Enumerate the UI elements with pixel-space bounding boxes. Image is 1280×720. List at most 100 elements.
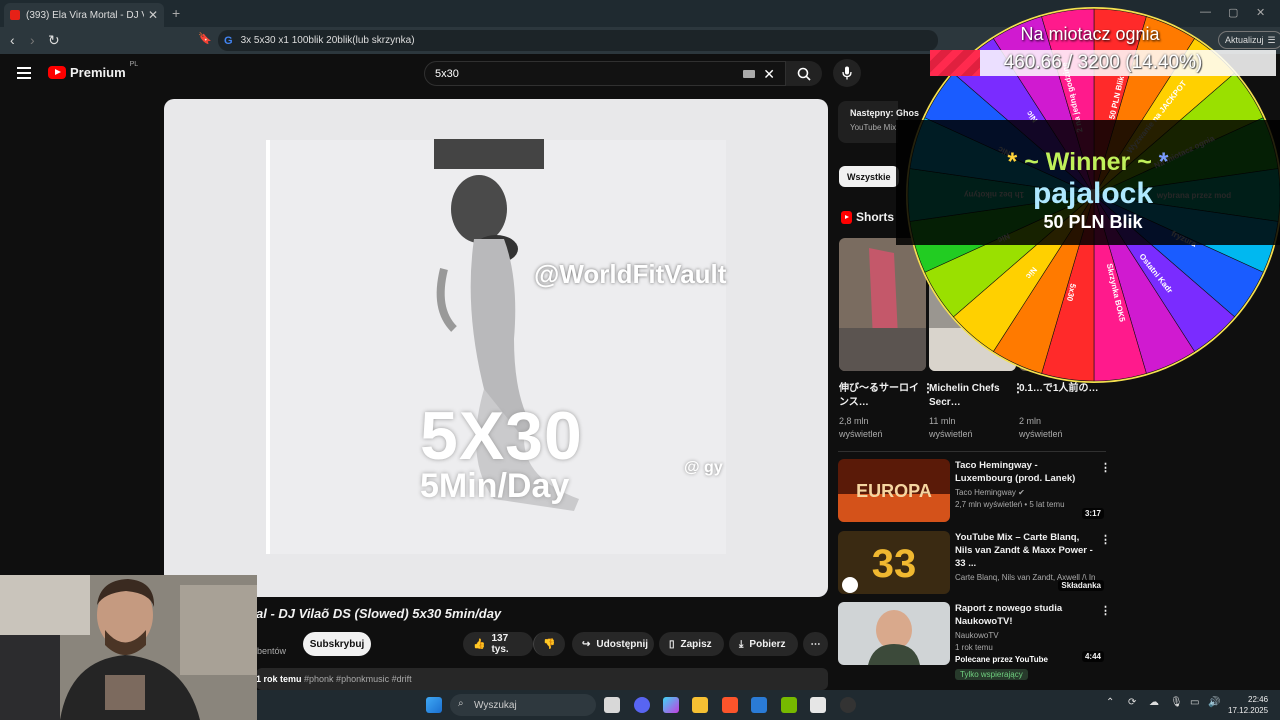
clear-search-icon[interactable]: ✕ xyxy=(763,66,775,83)
like-count: 137 tys. xyxy=(491,633,509,655)
thumbnail-text: 33 xyxy=(872,542,917,586)
logo-text: Premium xyxy=(70,65,126,80)
microphone-icon xyxy=(842,66,852,80)
volume-icon[interactable]: 🔊 xyxy=(1208,697,1220,708)
recommended-video[interactable]: EUROPA 3:17 Taco Hemingway - Luxembourg … xyxy=(838,459,1111,523)
winner-name: pajalock xyxy=(1032,177,1154,210)
video-meta: 1 rok temu xyxy=(955,643,993,652)
more-actions-button[interactable]: ⋯ xyxy=(803,632,828,656)
file-explorer-icon[interactable] xyxy=(692,697,708,713)
hamburger-menu-icon[interactable] xyxy=(17,67,31,79)
next-video-card[interactable]: Następny: Ghos YouTube Mix xyxy=(838,101,920,143)
video-menu-icon[interactable]: ⋮ xyxy=(1100,461,1111,474)
nvidia-icon[interactable] xyxy=(781,697,797,713)
reload-icon[interactable]: ↻ xyxy=(48,32,60,49)
share-button[interactable]: ↪ Udostępnij xyxy=(572,632,654,656)
hashtags[interactable]: #phonk #phonkmusic #drift xyxy=(304,674,412,684)
copilot-icon[interactable] xyxy=(663,697,679,713)
subscriber-count: bentów xyxy=(257,646,287,656)
video-menu-icon[interactable]: ⋮ xyxy=(1100,533,1111,546)
like-button[interactable]: 👍 137 tys. xyxy=(463,632,533,656)
channel-name: Taco Hemingway ✔ xyxy=(955,488,1025,497)
tray-app-icon[interactable]: ⟳ xyxy=(1128,697,1136,708)
screen: (393) Ela Vira Mortal - DJ Vila ✕ + — ▢ … xyxy=(0,0,1280,720)
tray-network-app-icon[interactable]: ☁ xyxy=(1149,697,1159,708)
video-title: Raport z nowego studia NaukowoTV! xyxy=(955,603,1063,627)
goal-progress-bar: 460.66 / 3200 (14.40%) xyxy=(930,50,1276,76)
clock-date: 17.12.2025 xyxy=(1228,706,1269,715)
discord-icon[interactable] xyxy=(634,697,650,713)
video-overlay-big: 5X30 xyxy=(420,398,583,474)
address-bar[interactable]: G 3x 5x30 x1 100blik 20blik(lub skrzynka… xyxy=(218,30,938,51)
address-text: 3x 5x30 x1 100blik 20blik(lub skrzynka) xyxy=(240,35,415,46)
save-button[interactable]: ▯ Zapisz xyxy=(659,632,724,656)
forward-icon[interactable]: › xyxy=(30,32,35,48)
windows-start-icon[interactable] xyxy=(426,697,442,713)
share-icon: ↪ xyxy=(582,638,591,650)
browser-tab[interactable]: (393) Ela Vira Mortal - DJ Vila ✕ xyxy=(4,3,164,27)
voice-search-button[interactable] xyxy=(833,59,861,87)
short-title: Michelin Chefs Secr… xyxy=(929,383,1000,408)
tab-title: (393) Ela Vira Mortal - DJ Vila xyxy=(26,9,144,21)
subscribe-button[interactable]: Subskrybuj xyxy=(303,632,371,656)
logo-region: PL xyxy=(129,61,139,68)
youtube-favicon-icon xyxy=(10,10,20,20)
members-only-badge: Tylko wspierający xyxy=(955,669,1028,680)
video-menu-icon[interactable]: ⋮ xyxy=(1100,604,1111,617)
bookmark-save-icon: ▯ xyxy=(669,638,675,650)
search-value: 5x30 xyxy=(435,67,459,80)
next-video-title: Następny: Ghos xyxy=(850,108,920,118)
shorts-header: Shorts xyxy=(841,210,894,224)
more-icon: ⋯ xyxy=(810,638,821,650)
new-tab-icon[interactable]: + xyxy=(172,5,180,21)
thumbnail-text: EUROPA xyxy=(856,481,932,501)
system-clock[interactable]: 22:46 17.12.2025 xyxy=(1228,694,1268,716)
search-input[interactable]: 5x30 ✕ xyxy=(424,61,786,86)
video-thumbnail: 33 xyxy=(838,531,950,594)
notepad-icon[interactable] xyxy=(810,697,826,713)
taskbar-search[interactable]: ⌕ Wyszukaj xyxy=(450,694,596,716)
channel-name: NaukowoTV xyxy=(955,631,999,640)
winner-text: ~ Winner ~ xyxy=(1024,148,1152,176)
winner-prize: 50 PLN Blik xyxy=(1043,212,1143,232)
video-thumbnail xyxy=(838,602,950,665)
winner-heading: * ~ Winner ~ * xyxy=(896,148,1280,177)
tray-chevron-icon[interactable]: ⌃ xyxy=(1106,697,1114,708)
back-icon[interactable]: ‹ xyxy=(10,32,15,48)
short-title: 0.1…で1人前の… xyxy=(1019,383,1099,394)
recommended-video[interactable]: 4:44 Raport z nowego studia NaukowoTV! N… xyxy=(838,602,1111,680)
description-box[interactable]: 1 rok temu #phonk #phonkmusic #drift xyxy=(256,668,828,690)
short-title: 伸び～るサーロインス… xyxy=(839,383,919,408)
star-right: * xyxy=(1158,148,1169,176)
section-divider xyxy=(838,451,1106,452)
microphone-tray-icon[interactable]: 🎙 xyxy=(1170,697,1183,708)
google-icon: G xyxy=(224,34,233,47)
video-edge-bar xyxy=(266,140,270,554)
search-icon: ⌕ xyxy=(458,698,464,709)
video-player[interactable]: @WorldFitVault 5X30 5Min/Day @ gy xyxy=(164,99,828,597)
recommended-mix[interactable]: 33 Składanka YouTube Mix – Carte Blanq, … xyxy=(838,531,1111,595)
keyboard-icon[interactable] xyxy=(743,70,755,78)
close-tab-icon[interactable]: ✕ xyxy=(148,8,158,22)
download-button[interactable]: ⤓ Pobierz xyxy=(729,632,798,656)
video-meta: 2,7 mln wyświetleń • 5 lat temu xyxy=(955,500,1065,509)
star-left: * xyxy=(1007,148,1018,176)
search-button[interactable] xyxy=(786,61,822,86)
video-overlay-small: @ gy xyxy=(684,459,723,476)
clock-time: 22:46 xyxy=(1248,695,1269,704)
dislike-button[interactable]: 👎 xyxy=(533,632,565,656)
next-video-subtitle: YouTube Mix xyxy=(850,123,897,132)
bookmark-icon[interactable]: 🔖 xyxy=(198,32,212,45)
thumbs-up-icon: 👍 xyxy=(473,638,486,650)
goal-title: Na miotacz ognia xyxy=(1020,24,1160,44)
filter-chip-all[interactable]: Wszystkie xyxy=(839,166,899,187)
youtube-premium-logo[interactable]: Premium PL xyxy=(48,61,138,80)
webcam-feed xyxy=(0,575,257,720)
store-icon[interactable] xyxy=(751,697,767,713)
brave-browser-icon[interactable] xyxy=(722,697,738,713)
search-icon xyxy=(797,67,811,81)
obs-icon[interactable] xyxy=(840,697,856,713)
task-view-icon[interactable] xyxy=(604,697,620,713)
download-icon: ⤓ xyxy=(739,638,744,650)
network-icon[interactable]: ▭ xyxy=(1190,697,1199,708)
